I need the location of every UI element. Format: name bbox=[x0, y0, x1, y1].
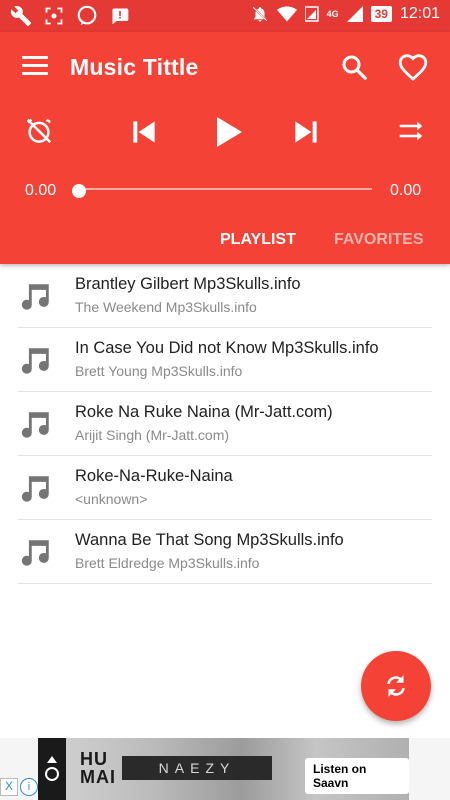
page-title: Music Tittle bbox=[70, 54, 199, 80]
saavn-logo-icon bbox=[38, 738, 66, 800]
list-item[interactable]: In Case You Did not Know Mp3Skulls.info … bbox=[0, 328, 450, 392]
track-title: In Case You Did not Know Mp3Skulls.info bbox=[75, 339, 379, 357]
status-bar: 4G 39 12:01 bbox=[0, 0, 450, 32]
heart-icon bbox=[398, 54, 428, 81]
skip-previous-icon bbox=[133, 121, 155, 143]
ad-artist-name: NAEZY bbox=[122, 756, 272, 780]
signal-icon bbox=[304, 6, 319, 22]
total-duration: 0.00 bbox=[390, 182, 422, 199]
ad-close-button[interactable]: X bbox=[0, 778, 18, 796]
listen-on-saavn-button[interactable]: Listen on Saavn bbox=[305, 758, 409, 794]
music-note-icon bbox=[21, 540, 49, 566]
ad-creative[interactable]: HU MAI NAEZY Listen on Saavn bbox=[38, 738, 409, 800]
track-title: Roke Na Ruke Naina (Mr-Jatt.com) bbox=[75, 403, 333, 421]
sleep-timer-button[interactable] bbox=[24, 116, 58, 150]
shuffle-icon bbox=[399, 121, 423, 141]
seek-thumb[interactable] bbox=[72, 184, 86, 198]
list-item[interactable]: Wanna Be That Song Mp3Skulls.info Brett … bbox=[0, 520, 450, 584]
screenshot-icon bbox=[45, 7, 63, 25]
list-item[interactable]: Roke Na Ruke Naina (Mr-Jatt.com) Arijit … bbox=[0, 392, 450, 456]
track-title: Brantley Gilbert Mp3Skulls.info bbox=[75, 275, 301, 293]
hamburger-icon-bar bbox=[22, 64, 48, 67]
music-note-icon bbox=[21, 348, 49, 374]
music-note-icon bbox=[21, 284, 49, 310]
track-artist: Arijit Singh (Mr-Jatt.com) bbox=[75, 427, 230, 443]
hamburger-icon bbox=[22, 56, 48, 59]
elapsed-time: 0.00 bbox=[25, 182, 57, 199]
notifications-off-icon bbox=[252, 6, 267, 22]
list-item[interactable]: Roke-Na-Ruke-Naina <unknown> bbox=[0, 456, 450, 520]
track-title: Roke-Na-Ruke-Naina bbox=[75, 467, 233, 485]
skip-next-icon bbox=[295, 121, 317, 143]
play-icon bbox=[217, 117, 242, 147]
previous-button[interactable] bbox=[128, 116, 162, 150]
signal-strength-icon bbox=[346, 6, 363, 22]
hamburger-icon-bar bbox=[22, 72, 48, 75]
play-button[interactable] bbox=[207, 112, 247, 152]
track-artist: <unknown> bbox=[75, 491, 148, 507]
playlist: Brantley Gilbert Mp3Skulls.info The Week… bbox=[0, 264, 450, 584]
ad-info-button[interactable]: i bbox=[20, 778, 38, 796]
ad-banner[interactable]: HU MAI NAEZY Listen on Saavn bbox=[0, 738, 450, 800]
player-header: Music Tittle 0.00 0.00 PLAYLIST FAVORITE… bbox=[0, 32, 450, 264]
divider bbox=[18, 583, 432, 584]
tab-favorites[interactable]: FAVORITES bbox=[334, 231, 424, 249]
next-button[interactable] bbox=[290, 116, 324, 150]
wifi-icon bbox=[276, 6, 297, 22]
track-artist: Brett Eldredge Mp3Skulls.info bbox=[75, 555, 260, 571]
track-artist: Brett Young Mp3Skulls.info bbox=[75, 363, 243, 379]
message-alert-icon bbox=[112, 8, 129, 25]
wrench-icon bbox=[10, 6, 32, 27]
battery-level: 39 bbox=[370, 6, 392, 22]
track-title: Wanna Be That Song Mp3Skulls.info bbox=[75, 531, 344, 549]
favorite-button[interactable] bbox=[396, 50, 430, 84]
music-note-icon bbox=[21, 476, 49, 502]
search-icon bbox=[342, 55, 367, 80]
alarm-off-icon bbox=[26, 118, 52, 144]
network-type: 4G bbox=[326, 9, 339, 19]
clock: 12:01 bbox=[399, 5, 440, 22]
system-icons: 4G 39 12:01 bbox=[251, 5, 440, 23]
music-note-icon bbox=[21, 412, 49, 438]
ad-margin-right bbox=[409, 738, 450, 800]
notification-icons bbox=[10, 5, 130, 27]
track-artist: The Weekend Mp3Skulls.info bbox=[75, 299, 257, 315]
ad-humai-text: HU MAI bbox=[80, 749, 116, 787]
search-button[interactable] bbox=[339, 52, 369, 82]
seek-bar[interactable] bbox=[78, 188, 372, 190]
shuffle-button[interactable] bbox=[396, 116, 430, 150]
messenger-icon bbox=[77, 5, 97, 26]
refresh-icon bbox=[387, 675, 405, 697]
menu-button[interactable] bbox=[22, 56, 48, 76]
list-item[interactable]: Brantley Gilbert Mp3Skulls.info The Week… bbox=[0, 264, 450, 328]
refresh-button[interactable] bbox=[361, 651, 431, 721]
tab-playlist[interactable]: PLAYLIST bbox=[220, 231, 296, 249]
